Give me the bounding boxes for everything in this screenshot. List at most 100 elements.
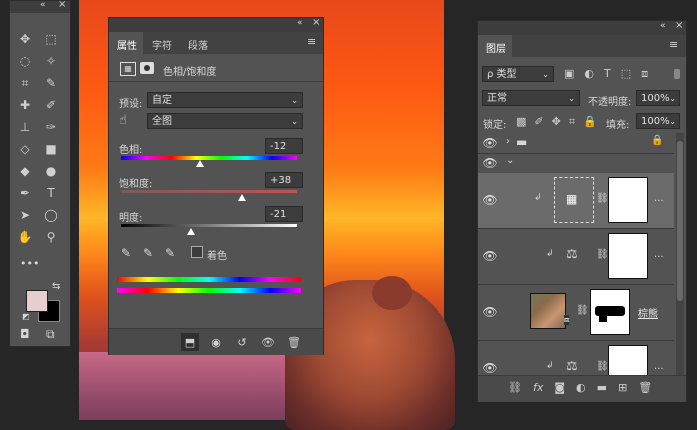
view-previous-icon[interactable]: ◉ — [207, 333, 225, 351]
saturation-value-field[interactable]: +38 — [265, 172, 303, 188]
collapse-icon[interactable]: « — [40, 0, 46, 10]
collapse-icon[interactable]: « — [297, 18, 303, 28]
lock-pixels-icon[interactable]: ✐ — [534, 115, 543, 129]
link-layers-icon[interactable]: ⛓ — [508, 381, 522, 394]
close-icon[interactable]: × — [312, 17, 320, 28]
lightness-slider-thumb[interactable] — [186, 228, 195, 235]
hue-slider-thumb[interactable] — [196, 160, 205, 167]
foreground-color-swatch[interactable] — [26, 290, 48, 312]
swap-colors-icon[interactable]: ⇆ — [52, 281, 60, 292]
filter-toggle[interactable] — [674, 69, 680, 79]
brush-tool-icon[interactable]: ✐ — [40, 95, 62, 115]
marquee-tool-icon[interactable]: ⬚ — [40, 29, 62, 49]
saturation-slider-track[interactable] — [121, 190, 297, 193]
link-icon[interactable]: ⛓ — [596, 249, 609, 260]
lock-all-icon[interactable]: 🔒 — [583, 115, 597, 129]
gradient-tool-icon[interactable]: ■ — [40, 139, 62, 159]
quick-mask-icon[interactable]: ◘ — [20, 327, 30, 341]
lightness-slider-track[interactable] — [121, 224, 297, 227]
panel-menu-icon[interactable]: ≡ — [669, 38, 678, 51]
eyedropper-icon[interactable]: ✎ — [121, 246, 131, 260]
delete-layer-icon[interactable]: 🗑 — [638, 381, 652, 394]
smart-object-filter-icon[interactable]: ⧈ — [641, 67, 648, 81]
eye-icon[interactable]: 👁 — [482, 156, 497, 170]
new-layer-icon[interactable]: ⊞ — [618, 381, 627, 394]
tab-layers[interactable]: 图层 — [478, 35, 512, 57]
range-dropdown[interactable]: 全图 ⌄ — [147, 113, 303, 129]
opacity-field[interactable]: 100% ⌄ — [636, 90, 680, 106]
crop-tool-icon[interactable]: ⌗ — [14, 73, 36, 93]
eraser-tool-icon[interactable]: ◇ — [14, 139, 36, 159]
new-adjustment-icon[interactable]: ◐ — [576, 381, 586, 394]
type-tool-icon[interactable]: T — [40, 183, 62, 203]
eyedropper-tool-icon[interactable]: ✎ — [40, 73, 62, 93]
stamp-tool-icon[interactable]: ⊥ — [14, 117, 36, 137]
bear-mask-thumbnail[interactable] — [590, 289, 630, 335]
adjustment-thumbnail[interactable]: ▦ — [554, 177, 594, 223]
reset-icon[interactable]: ↺ — [233, 333, 251, 351]
tab-character[interactable]: 字符 — [152, 37, 172, 52]
path-select-icon[interactable]: ➤ — [14, 205, 36, 225]
fill-field[interactable]: 100% ⌄ — [636, 113, 680, 129]
layer-name[interactable]: 棕熊 — [638, 305, 658, 320]
layer-mask-thumbnail[interactable] — [608, 233, 648, 279]
collapse-icon[interactable]: « — [660, 21, 666, 31]
screen-mode-icon[interactable]: ⧉ — [46, 327, 55, 342]
delete-icon[interactable]: 🗑 — [285, 333, 303, 351]
history-brush-icon[interactable]: ✑ — [40, 117, 62, 137]
layer-kind-filter[interactable]: ρ 类型 ⌄ — [482, 66, 554, 82]
blur-tool-icon[interactable]: ◆ — [14, 161, 36, 181]
bear-thumbnail[interactable] — [530, 293, 566, 329]
fx-icon[interactable]: fx — [533, 381, 543, 394]
new-group-icon[interactable]: ▬ — [597, 381, 607, 394]
preset-dropdown[interactable]: 自定 ⌄ — [147, 92, 303, 108]
hue-saturation-layer-row[interactable]: 👁 ↲ ▦ ⛓ ... — [478, 173, 674, 229]
tab-properties[interactable]: 属性 — [109, 32, 143, 54]
eye-icon[interactable]: 👁 — [482, 193, 497, 207]
close-icon[interactable]: × — [58, 0, 66, 10]
shape-filter-icon[interactable]: ⬚ — [621, 67, 631, 81]
type-filter-icon[interactable]: T — [604, 67, 611, 81]
chevron-right-icon[interactable]: › — [506, 136, 510, 147]
eyedropper-minus-icon[interactable]: ✎ — [165, 246, 175, 260]
lightness-value-field[interactable]: -21 — [265, 206, 303, 222]
pen-tool-icon[interactable]: ✒ — [14, 183, 36, 203]
pixel-filter-icon[interactable]: ▣ — [564, 67, 574, 81]
zoom-tool-icon[interactable]: ⚲ — [40, 227, 62, 247]
chevron-down-icon[interactable]: ⌄ — [506, 155, 514, 166]
eyedropper-plus-icon[interactable]: ✎ — [143, 246, 153, 260]
tab-paragraph[interactable]: 段落 — [188, 37, 208, 52]
lasso-tool-icon[interactable]: ◌ — [14, 51, 36, 71]
panel-menu-icon[interactable]: ≡ — [307, 35, 316, 48]
clip-to-layer-icon[interactable]: ⬒ — [181, 333, 199, 351]
lock-position-icon[interactable]: ✥ — [552, 115, 561, 129]
eye-icon[interactable]: 👁 — [482, 361, 497, 375]
dodge-tool-icon[interactable]: ● — [40, 161, 62, 181]
eye-icon[interactable]: 👁 — [482, 249, 497, 263]
blend-mode-dropdown[interactable]: 正常 ⌄ — [482, 90, 580, 106]
link-icon[interactable]: ⛓ — [596, 361, 609, 372]
lock-artboard-icon[interactable]: ⌗ — [569, 115, 575, 129]
visibility-icon[interactable]: 👁 — [259, 333, 277, 351]
eye-icon[interactable]: 👁 — [482, 305, 497, 319]
saturation-slider-thumb[interactable] — [238, 194, 247, 201]
move-tool-icon[interactable]: ✥ — [14, 29, 36, 49]
hue-value-field[interactable]: -12 — [265, 138, 303, 154]
close-icon[interactable]: × — [675, 20, 683, 31]
layer-group-row-open[interactable]: 👁 ⌄ — [478, 153, 674, 174]
bear-layer-row[interactable]: 👁 ⧈ ⛓ 棕熊 — [478, 285, 674, 341]
color-balance-layer-row[interactable]: 👁 ↲ ⚖ ⛓ ... — [478, 229, 674, 285]
ellipse-tool-icon[interactable]: ◯ — [40, 205, 62, 225]
link-icon[interactable]: ⛓ — [596, 193, 609, 204]
layer-group-row[interactable]: 👁 › ▬ 🔒 — [478, 133, 674, 154]
layer-mask-thumbnail[interactable] — [608, 177, 648, 223]
default-colors-icon[interactable]: ◩ — [22, 312, 30, 321]
adjustment-filter-icon[interactable]: ◐ — [584, 67, 594, 81]
hue-slider-track[interactable] — [121, 156, 297, 160]
healing-brush-icon[interactable]: ✚ — [14, 95, 36, 115]
layers-scrollbar[interactable] — [676, 133, 684, 375]
target-adjust-hand-icon[interactable]: ☝ — [119, 113, 127, 128]
more-tools-icon[interactable]: ••• — [20, 257, 39, 270]
eye-icon[interactable]: 👁 — [482, 136, 497, 150]
link-icon[interactable]: ⛓ — [576, 305, 589, 316]
